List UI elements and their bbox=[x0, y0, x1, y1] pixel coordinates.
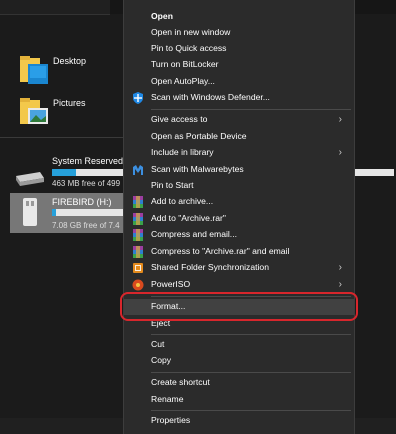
menu-item-label: Properties bbox=[151, 415, 191, 425]
menu-item-pin-quick-access[interactable]: Pin to Quick access bbox=[124, 41, 354, 57]
address-bar-area bbox=[0, 0, 110, 15]
menu-item-open[interactable]: Open bbox=[124, 9, 354, 25]
defender-icon bbox=[133, 92, 143, 104]
menu-item-shared-folder-sync[interactable]: Shared Folder Synchronization › bbox=[124, 260, 354, 276]
winrar-icon bbox=[133, 229, 143, 241]
menu-item-properties[interactable]: Properties bbox=[124, 413, 354, 429]
malwarebytes-icon bbox=[133, 165, 143, 175]
menu-separator bbox=[151, 410, 351, 411]
menu-item-label: Scan with Malwarebytes bbox=[151, 164, 244, 174]
menu-item-autoplay[interactable]: Open AutoPlay... bbox=[124, 74, 354, 90]
submenu-arrow-icon: › bbox=[338, 279, 342, 290]
drive-free-space: 463 MB free of 499 bbox=[52, 179, 121, 188]
menu-item-label: Add to archive... bbox=[151, 196, 214, 206]
menu-item-label: Copy bbox=[151, 355, 172, 365]
quick-access-pictures[interactable]: Pictures bbox=[18, 96, 128, 136]
sync-icon bbox=[133, 263, 143, 273]
drive-usage-bar bbox=[52, 209, 124, 216]
menu-separator bbox=[151, 334, 351, 335]
menu-item-label: Shared Folder Synchronization bbox=[151, 262, 269, 272]
menu-item-pin-start[interactable]: Pin to Start bbox=[124, 178, 354, 194]
menu-item-label: Pin to Start bbox=[151, 180, 194, 190]
drive-usage-fill bbox=[52, 209, 56, 216]
menu-item-poweriso[interactable]: PowerISO › bbox=[124, 277, 354, 293]
menu-item-portable-device[interactable]: Open as Portable Device bbox=[124, 129, 354, 145]
winrar-icon bbox=[133, 196, 143, 208]
menu-item-label: Cut bbox=[151, 339, 165, 349]
quick-access-label: Desktop bbox=[53, 56, 87, 66]
winrar-icon bbox=[133, 213, 143, 225]
menu-item-label: Pin to Quick access bbox=[151, 43, 227, 53]
menu-item-windows-defender[interactable]: Scan with Windows Defender... bbox=[124, 90, 354, 106]
submenu-arrow-icon: › bbox=[338, 262, 342, 273]
submenu-arrow-icon: › bbox=[338, 114, 342, 125]
menu-item-compress-email[interactable]: Compress and email... bbox=[124, 227, 354, 243]
desktop-folder-icon bbox=[20, 56, 48, 84]
hard-drive-icon bbox=[16, 172, 44, 186]
menu-item-label: Scan with Windows Defender... bbox=[151, 92, 270, 102]
quick-access-desktop[interactable]: Desktop bbox=[18, 54, 128, 94]
submenu-arrow-icon: › bbox=[338, 147, 342, 158]
poweriso-icon bbox=[132, 279, 144, 291]
menu-item-add-archive[interactable]: Add to archive... bbox=[124, 194, 354, 210]
menu-item-label: Rename bbox=[151, 394, 184, 404]
drive-name: FIREBIRD (H:) bbox=[52, 197, 112, 207]
menu-item-malwarebytes[interactable]: Scan with Malwarebytes bbox=[124, 162, 354, 178]
menu-item-label: Open as Portable Device bbox=[151, 131, 247, 141]
drive-usage-fill bbox=[52, 169, 76, 176]
quick-access-label: Pictures bbox=[53, 98, 86, 108]
menu-item-label: Turn on BitLocker bbox=[151, 59, 219, 69]
section-divider bbox=[0, 137, 123, 138]
winrar-icon bbox=[133, 246, 143, 258]
menu-separator bbox=[151, 109, 351, 110]
menu-item-rename[interactable]: Rename bbox=[124, 392, 354, 408]
menu-item-label: Add to "Archive.rar" bbox=[151, 213, 226, 223]
menu-item-label: Open in new window bbox=[151, 27, 231, 37]
menu-item-label: Compress and email... bbox=[151, 229, 237, 239]
menu-item-compress-rar-email[interactable]: Compress to "Archive.rar" and email bbox=[124, 244, 354, 260]
drive-name: System Reserved ( bbox=[52, 156, 129, 166]
drive-free-space: 7.08 GB free of 7.4 bbox=[52, 221, 120, 230]
context-menu: Open Open in new window Pin to Quick acc… bbox=[123, 0, 355, 434]
menu-separator bbox=[151, 372, 351, 373]
usb-drive-icon bbox=[23, 198, 37, 226]
menu-item-create-shortcut[interactable]: Create shortcut bbox=[124, 375, 354, 391]
menu-item-include-library[interactable]: Include in library › bbox=[124, 145, 354, 161]
menu-item-label: Give access to bbox=[151, 114, 208, 124]
menu-item-add-archive-rar[interactable]: Add to "Archive.rar" bbox=[124, 211, 354, 227]
menu-item-bitlocker[interactable]: Turn on BitLocker bbox=[124, 57, 354, 73]
menu-item-cut[interactable]: Cut bbox=[124, 337, 354, 353]
menu-item-label: Compress to "Archive.rar" and email bbox=[151, 246, 290, 256]
menu-item-copy[interactable]: Copy bbox=[124, 353, 354, 369]
menu-item-open-new-window[interactable]: Open in new window bbox=[124, 25, 354, 41]
format-highlight-annotation bbox=[120, 292, 358, 321]
menu-item-label: Open AutoPlay... bbox=[151, 76, 215, 86]
menu-item-label: Open bbox=[151, 11, 173, 21]
drive-firebird-selected[interactable]: FIREBIRD (H:) 7.08 GB free of 7.4 bbox=[10, 193, 130, 233]
menu-item-give-access[interactable]: Give access to › bbox=[124, 112, 354, 128]
menu-item-label: Include in library bbox=[151, 147, 214, 157]
menu-item-label: Create shortcut bbox=[151, 377, 210, 387]
menu-item-label: PowerISO bbox=[151, 279, 191, 289]
pictures-folder-icon bbox=[20, 98, 48, 124]
